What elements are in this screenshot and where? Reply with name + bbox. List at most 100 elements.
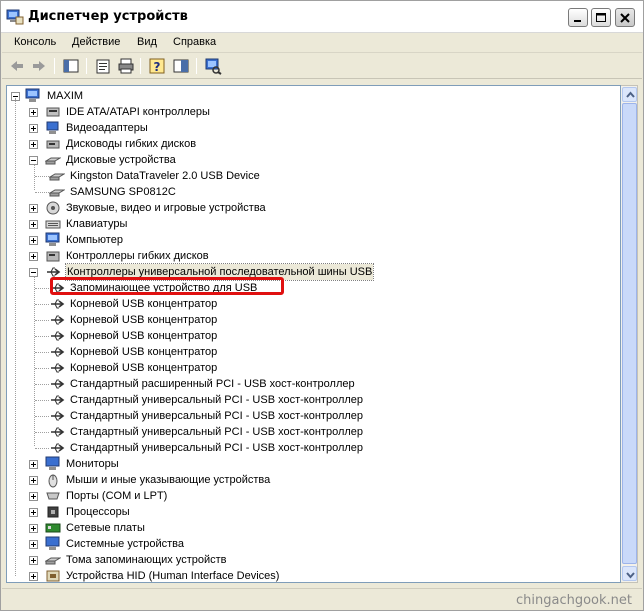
expand-toggle[interactable] <box>29 524 38 533</box>
category-label: Компьютер <box>66 234 123 246</box>
usb-icon <box>49 360 65 376</box>
usb-icon <box>49 440 65 456</box>
processor-icon <box>45 504 61 520</box>
device-manager-icon <box>6 9 24 25</box>
floppy-drive-icon <box>45 136 61 152</box>
tree-line <box>35 352 49 353</box>
usb-icon <box>49 408 65 424</box>
print-icon[interactable] <box>117 57 135 75</box>
window-title: Диспетчер устройств <box>28 9 188 24</box>
mouse-icon <box>45 472 61 488</box>
expand-toggle[interactable] <box>29 572 38 581</box>
category-label: IDE ATA/ATAPI контроллеры <box>66 106 210 118</box>
tree-line <box>35 336 49 337</box>
watermark: chingachgook.net <box>516 593 632 608</box>
minimize-button[interactable] <box>568 8 588 27</box>
tree-line <box>35 176 49 177</box>
back-arrow-icon[interactable] <box>8 57 26 75</box>
title-bar[interactable]: Диспетчер устройств <box>1 1 643 33</box>
close-button[interactable] <box>615 8 635 27</box>
collapse-toggle[interactable] <box>29 156 38 165</box>
status-bar: chingachgook.net <box>2 588 642 610</box>
usb-icon <box>49 312 65 328</box>
expand-toggle[interactable] <box>29 140 38 149</box>
device-label: Корневой USB концентратор <box>70 346 218 358</box>
floppy-controller-icon <box>45 248 61 264</box>
toolbar-separator <box>196 58 197 74</box>
view-icon[interactable] <box>172 57 190 75</box>
vertical-scrollbar[interactable] <box>621 85 638 583</box>
usb-icon <box>49 344 65 360</box>
forward-arrow-icon[interactable] <box>30 57 48 75</box>
show-hide-tree-icon[interactable] <box>62 57 80 75</box>
device-label: Корневой USB концентратор <box>70 330 218 342</box>
menu-bar: Консоль Действие Вид Справка <box>2 33 642 53</box>
sound-icon <box>45 200 61 216</box>
expand-toggle[interactable] <box>29 204 38 213</box>
menu-help[interactable]: Справка <box>173 36 216 48</box>
port-icon <box>45 488 61 504</box>
device-label: Kingston DataTraveler 2.0 USB Device <box>70 170 260 182</box>
expand-toggle[interactable] <box>29 108 38 117</box>
menu-view[interactable]: Вид <box>137 36 157 48</box>
tree-line <box>35 288 49 289</box>
expand-toggle[interactable] <box>29 460 38 469</box>
device-label: Корневой USB концентратор <box>70 314 218 326</box>
network-card-icon <box>45 520 61 536</box>
keyboard-icon <box>45 216 61 232</box>
video-adapter-icon <box>45 120 61 136</box>
tree-line <box>35 432 49 433</box>
category-label: Дисковые устройства <box>66 154 176 166</box>
device-label: Корневой USB концентратор <box>70 362 218 374</box>
expand-toggle[interactable] <box>29 508 38 517</box>
expand-toggle[interactable] <box>29 540 38 549</box>
help-icon[interactable]: ? <box>148 57 166 75</box>
device-label: Стандартный универсальный PCI - USB хост… <box>70 442 364 454</box>
category-label: Мыши и иные указывающие устройства <box>66 474 271 486</box>
scan-hardware-icon[interactable] <box>204 57 222 75</box>
disk-drive-icon <box>48 168 66 184</box>
menu-action[interactable]: Действие <box>72 36 120 48</box>
category-label: Клавиатуры <box>66 218 128 230</box>
expand-toggle[interactable] <box>29 124 38 133</box>
category-label: Устройства HID (Human Interface Devices) <box>66 570 280 582</box>
collapse-toggle[interactable] <box>29 268 38 277</box>
device-label: SAMSUNG SP0812C <box>70 186 176 198</box>
tree-line <box>35 192 49 193</box>
usb-icon <box>49 424 65 440</box>
monitor-icon <box>45 456 61 472</box>
expand-toggle[interactable] <box>29 236 38 245</box>
toolbar-separator <box>54 58 55 74</box>
device-label: Корневой USB концентратор <box>70 298 218 310</box>
computer-icon <box>45 232 61 248</box>
expand-toggle[interactable] <box>29 476 38 485</box>
category-label: Порты (COM и LPT) <box>66 490 168 502</box>
tree-line <box>35 304 49 305</box>
scroll-up-button[interactable] <box>622 87 637 102</box>
category-label: Видеоадаптеры <box>66 122 148 134</box>
computer-name: MAXIM <box>47 90 84 102</box>
device-label: Стандартный универсальный PCI - USB хост… <box>70 394 364 406</box>
category-label: Системные устройства <box>66 538 185 550</box>
properties-icon[interactable] <box>94 57 112 75</box>
menu-console[interactable]: Консоль <box>14 36 56 48</box>
device-tree[interactable]: MAXIM IDE ATA/ATAPI контроллеры Видеоада… <box>6 85 621 583</box>
expand-toggle[interactable] <box>29 252 38 261</box>
expand-toggle[interactable] <box>29 220 38 229</box>
tree-root[interactable]: MAXIM <box>11 88 211 104</box>
category-label: Сетевые платы <box>66 522 145 534</box>
maximize-button[interactable] <box>591 8 611 27</box>
tree-line <box>35 368 49 369</box>
scrollbar-thumb[interactable] <box>622 103 637 564</box>
expand-toggle[interactable] <box>29 492 38 501</box>
storage-volume-icon <box>44 552 62 568</box>
expand-toggle[interactable] <box>29 556 38 565</box>
ide-controller-icon <box>45 104 61 120</box>
toolbar-separator <box>86 58 87 74</box>
scroll-down-button[interactable] <box>622 566 637 581</box>
disk-drive-icon <box>44 152 62 168</box>
usb-icon <box>49 296 65 312</box>
device-manager-window: Диспетчер устройств Консоль Действие Вид… <box>0 0 644 611</box>
tree-line <box>34 274 35 446</box>
usb-icon <box>49 392 65 408</box>
